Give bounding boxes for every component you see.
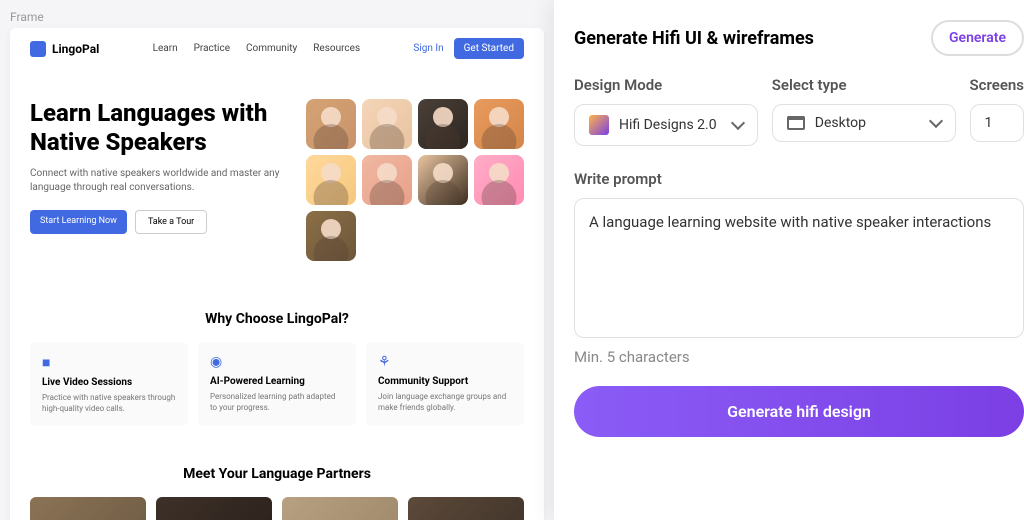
screens-select[interactable]: 1 xyxy=(970,104,1024,142)
hero-buttons: Start Learning Now Take a Tour xyxy=(30,210,280,234)
person-avatar-icon xyxy=(306,211,356,261)
nav-right: Sign In Get Started xyxy=(413,38,524,59)
person-avatar-icon xyxy=(418,99,468,149)
feature-title: Live Video Sessions xyxy=(42,377,176,388)
feature-card: ■ Live Video Sessions Practice with nati… xyxy=(30,342,188,426)
chevron-down-icon xyxy=(928,114,942,128)
type-select[interactable]: Desktop xyxy=(772,104,956,142)
feature-desc: Join language exchange groups and make f… xyxy=(378,391,512,413)
hero-section: Learn Languages with Native Speakers Con… xyxy=(10,69,544,291)
community-icon: ⚘ xyxy=(378,354,512,370)
hero-subtitle: Connect with native speakers worldwide a… xyxy=(30,167,280,195)
design-mode-value: Hifi Designs 2.0 xyxy=(619,117,717,133)
screens-label: Screens xyxy=(970,76,1024,94)
screens-value: 1 xyxy=(985,115,993,131)
video-icon: ■ xyxy=(42,354,176,371)
prompt-textarea[interactable] xyxy=(574,198,1024,338)
screens-control: Screens 1 xyxy=(970,76,1024,146)
nav-link-community[interactable]: Community xyxy=(246,43,297,54)
panel-title: Generate Hifi UI & wireframes xyxy=(574,28,814,49)
nav-links: Learn Practice Community Resources xyxy=(153,43,361,54)
feature-desc: Practice with native speakers through hi… xyxy=(42,392,176,414)
feature-card: ⚘ Community Support Join language exchan… xyxy=(366,342,524,426)
person-avatar-icon xyxy=(362,155,412,205)
people-illustration xyxy=(306,99,524,261)
controls-row: Design Mode Hifi Designs 2.0 Select type… xyxy=(574,76,1024,146)
feature-title: Community Support xyxy=(378,376,512,387)
brand-group: LingoPal xyxy=(30,41,99,57)
generate-hifi-button[interactable]: Generate hifi design xyxy=(574,386,1024,437)
person-avatar-icon xyxy=(474,155,524,205)
chevron-down-icon xyxy=(731,116,745,130)
hifi-icon xyxy=(589,115,609,135)
hero-title: Learn Languages with Native Speakers xyxy=(30,99,280,157)
signin-link[interactable]: Sign In xyxy=(413,43,443,54)
brand-name: LingoPal xyxy=(52,42,99,56)
start-learning-button[interactable]: Start Learning Now xyxy=(30,210,127,234)
canvas-area: Frame LingoPal Learn Practice Community … xyxy=(0,0,554,520)
person-avatar-icon xyxy=(474,99,524,149)
preview-nav: LingoPal Learn Practice Community Resour… xyxy=(10,28,544,69)
partner-card[interactable] xyxy=(30,497,146,520)
design-mode-label: Design Mode xyxy=(574,76,758,94)
ai-icon: ◉ xyxy=(210,354,344,370)
partner-card[interactable] xyxy=(156,497,272,520)
feature-desc: Personalized learning path adapted to yo… xyxy=(210,391,344,413)
design-mode-select[interactable]: Hifi Designs 2.0 xyxy=(574,104,758,146)
generate-top-button[interactable]: Generate xyxy=(931,20,1024,56)
person-avatar-icon xyxy=(362,99,412,149)
person-avatar-icon xyxy=(418,155,468,205)
nav-link-practice[interactable]: Practice xyxy=(194,43,230,54)
nav-link-resources[interactable]: Resources xyxy=(313,43,360,54)
person-avatar-icon xyxy=(306,155,356,205)
features-section: Why Choose LingoPal? ■ Live Video Sessio… xyxy=(10,291,544,446)
feature-title: AI-Powered Learning xyxy=(210,376,344,387)
feature-grid: ■ Live Video Sessions Practice with nati… xyxy=(30,342,524,426)
partners-title: Meet Your Language Partners xyxy=(30,466,524,482)
partners-section: Meet Your Language Partners xyxy=(10,446,544,520)
logo-icon xyxy=(30,41,46,57)
type-value: Desktop xyxy=(815,115,866,131)
design-mode-control: Design Mode Hifi Designs 2.0 xyxy=(574,76,758,146)
person-avatar-icon xyxy=(306,99,356,149)
panel-header: Generate Hifi UI & wireframes Generate xyxy=(574,20,1024,56)
prompt-area: Write prompt xyxy=(574,170,1024,342)
partner-card[interactable] xyxy=(282,497,398,520)
partner-grid xyxy=(30,497,524,520)
prompt-label: Write prompt xyxy=(574,170,1024,188)
get-started-button[interactable]: Get Started xyxy=(454,38,524,59)
nav-link-learn[interactable]: Learn xyxy=(153,43,178,54)
partner-card[interactable] xyxy=(408,497,524,520)
desktop-icon xyxy=(787,116,805,130)
take-tour-button[interactable]: Take a Tour xyxy=(135,210,207,234)
generate-panel: Generate Hifi UI & wireframes Generate D… xyxy=(554,0,1024,520)
type-control: Select type Desktop xyxy=(772,76,956,146)
feature-card: ◉ AI-Powered Learning Personalized learn… xyxy=(198,342,356,426)
frame-label: Frame xyxy=(10,10,544,24)
website-preview[interactable]: LingoPal Learn Practice Community Resour… xyxy=(10,28,544,520)
type-label: Select type xyxy=(772,76,956,94)
prompt-hint: Min. 5 characters xyxy=(574,348,1024,366)
hero-text: Learn Languages with Native Speakers Con… xyxy=(30,99,280,261)
features-title: Why Choose LingoPal? xyxy=(30,311,524,327)
